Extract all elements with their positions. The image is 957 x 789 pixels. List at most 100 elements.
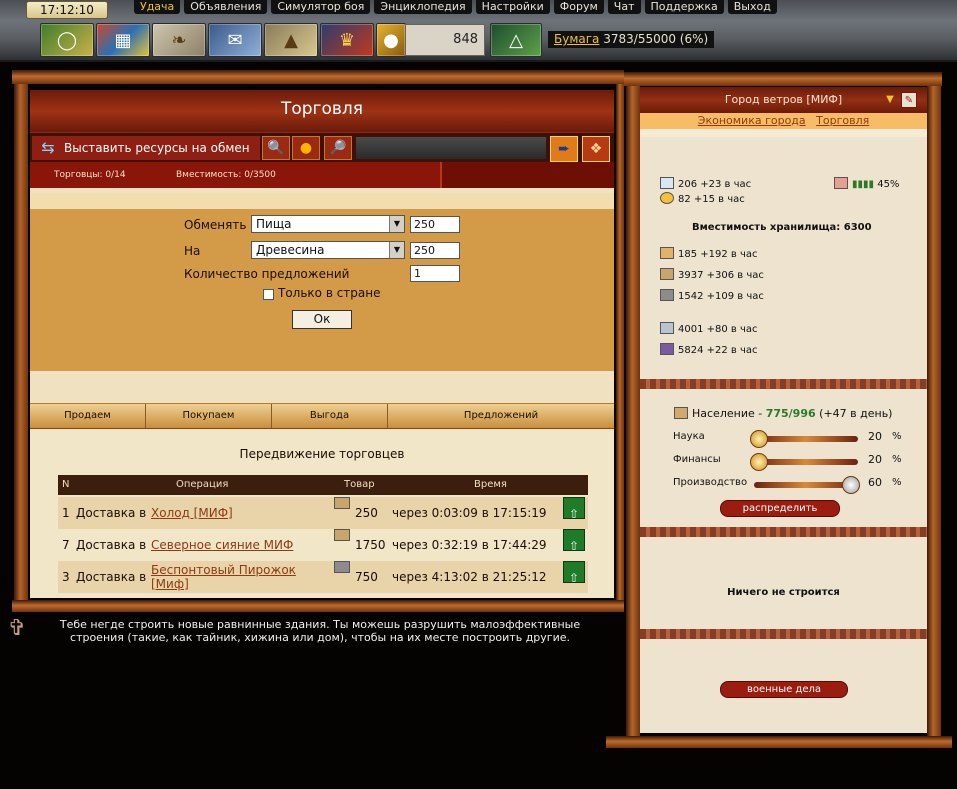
population-section: Население - 775/996 (+47 в день) Наука 2… [640, 389, 927, 527]
right-rod-left [626, 86, 640, 738]
scroll-rod-left [14, 84, 28, 604]
give-resource-select[interactable]: Пища ▼ [251, 215, 405, 233]
chevron-down-icon: ▼ [389, 216, 404, 232]
menu-forum[interactable]: Форум [553, 0, 604, 14]
production-knob[interactable] [842, 476, 860, 494]
wood-icon [334, 497, 350, 509]
pyramid-icon[interactable]: ▲ [264, 23, 318, 57]
distribute-button[interactable]: распределить [720, 500, 840, 517]
scroll-handle-icon: ✞ [7, 616, 27, 641]
menu-exit[interactable]: Выход [727, 0, 777, 14]
col-buying[interactable]: Покупаем [146, 404, 272, 428]
finance-slider[interactable] [750, 453, 858, 471]
return-trader-icon[interactable]: ⇧ [563, 529, 585, 553]
menu-battle-sim[interactable]: Симулятор боя [271, 0, 371, 14]
menu-settings[interactable]: Настройки [475, 0, 550, 14]
destination-link[interactable]: Беспонтовый Пирожок [Миф] [151, 563, 321, 591]
chevron-down-icon[interactable]: ▼ [882, 92, 898, 108]
menu-ads[interactable]: Объявления [184, 0, 268, 14]
ok-button[interactable]: Ок [292, 310, 352, 329]
population-label: Население [692, 407, 755, 420]
happiness-icon [834, 177, 848, 189]
row-time: через 0:03:09 в 17:15:19 [392, 506, 547, 520]
only-country-checkbox[interactable] [263, 289, 274, 300]
return-trader-icon[interactable]: ⇧ [563, 561, 585, 585]
edit-icon[interactable]: ✎ [901, 92, 917, 108]
menu-support[interactable]: Поддержка [644, 0, 724, 14]
science-slider[interactable] [750, 430, 858, 448]
transfer-arrows-icon[interactable]: ➨ [550, 136, 578, 162]
search-gold-icon[interactable]: 🔎 [324, 136, 352, 160]
section-divider [640, 527, 927, 537]
menu-chat[interactable]: Чат [607, 0, 641, 14]
resource-value: 185 +192 в час [678, 249, 758, 260]
menu-luck[interactable]: Удача [134, 0, 181, 14]
person-icon [674, 407, 688, 419]
paper-value: 3783/55000 (6%) [603, 32, 709, 46]
happiness-bars-icon: ▮▮▮▮ [852, 179, 875, 190]
resource-value: 5824 +22 в час [678, 345, 758, 356]
production-slider[interactable] [754, 476, 860, 494]
crown-icon[interactable]: ♛ [320, 23, 374, 57]
gold-coin-icon [660, 192, 674, 204]
menu-encyclopedia[interactable]: Энциклопедия [374, 0, 472, 14]
city-selector[interactable]: Город ветров [МИФ] ▼ ✎ [640, 87, 927, 113]
wood-icon [334, 529, 350, 541]
trade-title: Торговля [30, 90, 614, 132]
paper-resource: Бумага 3783/55000 (6%) [548, 31, 715, 48]
row-time: через 4:13:02 в 21:25:12 [392, 570, 547, 584]
get-amount-input[interactable]: 250 [410, 242, 460, 259]
return-trader-icon[interactable]: ⇧ [563, 497, 585, 521]
row-operation: Доставка в [76, 570, 147, 584]
paper-link[interactable]: Бумага [554, 32, 599, 46]
col-profit[interactable]: Выгода [272, 404, 388, 428]
trade-panel: Торговля ⇆ Выставить ресурсы на обмен 🔍 … [30, 90, 614, 598]
give-label: Обменять [184, 218, 247, 232]
mail-icon[interactable]: ✉ [208, 23, 262, 57]
stat-line-1: 206 +23 в час [660, 177, 751, 190]
right-rod-bottom [606, 736, 952, 748]
col-offers[interactable]: Предложений [388, 404, 614, 428]
resource-weapons: 5824 +22 в час [660, 343, 758, 356]
row-amount: 250 [355, 506, 378, 520]
military-button[interactable]: военные дела [720, 681, 848, 698]
col-n: N [62, 479, 70, 490]
exchange-form: Обменять Пища ▼ 250 На Древесина ▼ 250 К… [30, 193, 614, 371]
give-resource-value: Пища [256, 217, 292, 231]
coin-icon[interactable]: ● [292, 136, 320, 160]
col-goods: Товар [344, 479, 375, 490]
destination-link[interactable]: Холод [МИФ] [151, 497, 233, 529]
alliance-icon[interactable]: △ [490, 23, 542, 57]
resource-stone: 1542 +109 в час [660, 289, 764, 302]
bag-icon[interactable]: ❖ [582, 136, 610, 162]
movement-table-header: N Операция Товар Время [58, 475, 588, 495]
science-knob[interactable] [750, 430, 768, 448]
exchange-button[interactable]: ⇆ Выставить ресурсы на обмен [32, 136, 260, 160]
only-country-label: Только в стране [278, 286, 381, 300]
row-operation: Доставка в [76, 506, 147, 520]
finance-knob[interactable] [750, 453, 768, 471]
horn-icon[interactable]: ❧ [152, 23, 206, 57]
scroll-rod-top [12, 70, 624, 84]
production-pct: 60 [868, 476, 882, 489]
happiness: ▮▮▮▮ 45% [834, 177, 899, 190]
trade-link[interactable]: Торговля [816, 114, 869, 127]
city-panel: Город ветров [МИФ] ▼ ✎ Экономика города … [640, 87, 927, 733]
resource-value: 3937 +306 в час [678, 270, 764, 281]
scroll-rod-right [616, 84, 624, 604]
col-operation: Операция [176, 479, 229, 490]
wood-icon [660, 268, 674, 280]
resources-section: 206 +23 в час 82 +15 в час ▮▮▮▮ 45% Вмес… [640, 137, 927, 379]
search-green-icon[interactable]: 🔍 [262, 136, 290, 160]
stat-line-2: 82 +15 в час [660, 192, 745, 205]
col-selling[interactable]: Продаем [30, 404, 146, 428]
world-map-icon[interactable]: ▦ [96, 23, 150, 57]
offer-count-input[interactable]: 1 [410, 265, 460, 282]
capacity-count: Вместимость: 0/3500 [176, 170, 276, 180]
build-tip: Тебе негде строить новые равнинные здани… [59, 618, 581, 644]
economy-link[interactable]: Экономика города [698, 114, 806, 127]
map-icon[interactable]: ◯ [40, 23, 94, 57]
give-amount-input[interactable]: 250 [410, 216, 460, 233]
destination-link[interactable]: Северное сияние МИФ [151, 529, 293, 561]
get-resource-select[interactable]: Древесина ▼ [251, 241, 405, 259]
